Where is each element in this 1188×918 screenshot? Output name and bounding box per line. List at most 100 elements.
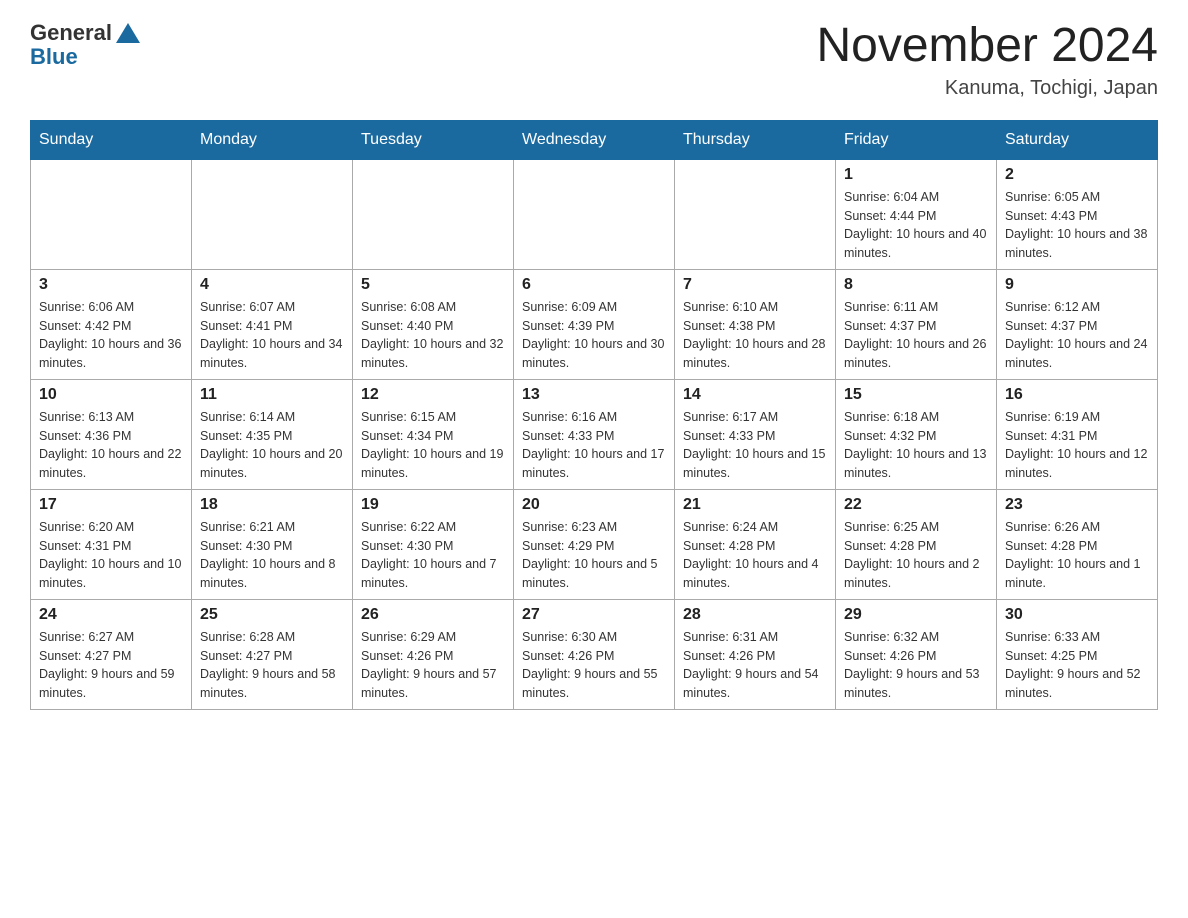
month-year-title: November 2024 [816,20,1158,73]
weekday-header-saturday: Saturday [997,120,1158,159]
calendar-week-2: 3Sunrise: 6:06 AMSunset: 4:42 PMDaylight… [31,269,1158,379]
day-number: 25 [200,606,344,624]
calendar-cell: 3Sunrise: 6:06 AMSunset: 4:42 PMDaylight… [31,269,192,379]
calendar-cell [514,159,675,269]
day-number: 24 [39,606,183,624]
day-info: Sunrise: 6:20 AMSunset: 4:31 PMDaylight:… [39,518,183,593]
day-number: 12 [361,386,505,404]
calendar-cell: 14 Sunrise: 6:17 AMSunset: 4:33 PMDayligh… [675,379,836,489]
calendar-cell: 4Sunrise: 6:07 AMSunset: 4:41 PMDaylight… [192,269,353,379]
weekday-header-thursday: Thursday [675,120,836,159]
day-info: Sunrise: 6:19 AMSunset: 4:31 PMDaylight:… [1005,408,1149,483]
day-number: 7 [683,276,827,294]
day-info: Sunrise: 6:23 AMSunset: 4:29 PMDaylight:… [522,518,666,593]
logo-general-text: General [30,20,140,46]
day-number: 5 [361,276,505,294]
day-number: 11 [200,386,344,404]
day-number: 26 [361,606,505,624]
day-number: 14 [683,386,827,404]
calendar-cell: 22 Sunrise: 6:25 AMSunset: 4:28 PMDayligh… [836,489,997,599]
day-info: Sunrise: 6:09 AMSunset: 4:39 PMDaylight:… [522,298,666,373]
day-info: Sunrise: 6:30 AMSunset: 4:26 PMDaylight:… [522,628,666,703]
day-number: 19 [361,496,505,514]
title-section: November 2024 Kanuma, Tochigi, Japan [816,20,1158,100]
calendar-cell: 11 Sunrise: 6:14 AMSunset: 4:35 PMDayligh… [192,379,353,489]
calendar-cell: 23 Sunrise: 6:26 AMSunset: 4:28 PMDayligh… [997,489,1158,599]
day-info: Sunrise: 6:10 AMSunset: 4:38 PMDaylight:… [683,298,827,373]
weekday-header-sunday: Sunday [31,120,192,159]
weekday-header-row: SundayMondayTuesdayWednesdayThursdayFrid… [31,120,1158,159]
day-info: Sunrise: 6:31 AMSunset: 4:26 PMDaylight:… [683,628,827,703]
calendar-cell: 6Sunrise: 6:09 AMSunset: 4:39 PMDaylight… [514,269,675,379]
calendar-cell: 5 Sunrise: 6:08 AMSunset: 4:40 PMDaylight… [353,269,514,379]
calendar-cell: 28Sunrise: 6:31 AMSunset: 4:26 PMDayligh… [675,599,836,709]
weekday-header-tuesday: Tuesday [353,120,514,159]
day-number: 21 [683,496,827,514]
calendar-cell: 13Sunrise: 6:16 AMSunset: 4:33 PMDayligh… [514,379,675,489]
day-number: 18 [200,496,344,514]
day-info: Sunrise: 6:29 AMSunset: 4:26 PMDaylight:… [361,628,505,703]
day-number: 8 [844,276,988,294]
day-number: 10 [39,386,183,404]
calendar-cell: 29Sunrise: 6:32 AMSunset: 4:26 PMDayligh… [836,599,997,709]
day-number: 16 [1005,386,1149,404]
day-info: Sunrise: 6:15 AMSunset: 4:34 PMDaylight:… [361,408,505,483]
logo-blue-text: Blue [30,44,78,70]
weekday-header-wednesday: Wednesday [514,120,675,159]
calendar-cell [675,159,836,269]
calendar-cell: 30Sunrise: 6:33 AMSunset: 4:25 PMDayligh… [997,599,1158,709]
day-info: Sunrise: 6:18 AMSunset: 4:32 PMDaylight:… [844,408,988,483]
day-info: Sunrise: 6:14 AMSunset: 4:35 PMDaylight:… [200,408,344,483]
day-number: 29 [844,606,988,624]
calendar-cell: 9Sunrise: 6:12 AMSunset: 4:37 PMDaylight… [997,269,1158,379]
day-info: Sunrise: 6:24 AMSunset: 4:28 PMDaylight:… [683,518,827,593]
day-info: Sunrise: 6:26 AMSunset: 4:28 PMDaylight:… [1005,518,1149,593]
calendar-cell: 19 Sunrise: 6:22 AMSunset: 4:30 PMDayligh… [353,489,514,599]
calendar-cell: 26 Sunrise: 6:29 AMSunset: 4:26 PMDayligh… [353,599,514,709]
calendar-week-4: 17 Sunrise: 6:20 AMSunset: 4:31 PMDayligh… [31,489,1158,599]
calendar-cell: 2 Sunrise: 6:05 AMSunset: 4:43 PMDaylight… [997,159,1158,269]
calendar-cell: 16 Sunrise: 6:19 AMSunset: 4:31 PMDayligh… [997,379,1158,489]
day-number: 2 [1005,166,1149,184]
day-number: 23 [1005,496,1149,514]
day-number: 17 [39,496,183,514]
day-number: 13 [522,386,666,404]
calendar-table: SundayMondayTuesdayWednesdayThursdayFrid… [30,120,1158,710]
day-info: Sunrise: 6:07 AMSunset: 4:41 PMDaylight:… [200,298,344,373]
calendar-cell: 1 Sunrise: 6:04 AMSunset: 4:44 PMDaylight… [836,159,997,269]
calendar-cell [31,159,192,269]
calendar-week-1: 1 Sunrise: 6:04 AMSunset: 4:44 PMDaylight… [31,159,1158,269]
day-number: 15 [844,386,988,404]
day-info: Sunrise: 6:22 AMSunset: 4:30 PMDaylight:… [361,518,505,593]
day-number: 1 [844,166,988,184]
calendar-week-3: 10 Sunrise: 6:13 AMSunset: 4:36 PMDayligh… [31,379,1158,489]
day-info: Sunrise: 6:08 AMSunset: 4:40 PMDaylight:… [361,298,505,373]
calendar-cell: 20 Sunrise: 6:23 AMSunset: 4:29 PMDayligh… [514,489,675,599]
day-number: 3 [39,276,183,294]
calendar-cell: 10 Sunrise: 6:13 AMSunset: 4:36 PMDayligh… [31,379,192,489]
calendar-cell: 27Sunrise: 6:30 AMSunset: 4:26 PMDayligh… [514,599,675,709]
calendar-cell: 15 Sunrise: 6:18 AMSunset: 4:32 PMDayligh… [836,379,997,489]
day-info: Sunrise: 6:04 AMSunset: 4:44 PMDaylight:… [844,188,988,263]
weekday-header-friday: Friday [836,120,997,159]
calendar-cell: 17 Sunrise: 6:20 AMSunset: 4:31 PMDayligh… [31,489,192,599]
logo: General Blue [30,20,140,70]
calendar-cell: 7 Sunrise: 6:10 AMSunset: 4:38 PMDaylight… [675,269,836,379]
page-header: General Blue November 2024 Kanuma, Tochi… [30,20,1158,100]
calendar-cell: 8 Sunrise: 6:11 AMSunset: 4:37 PMDaylight… [836,269,997,379]
day-info: Sunrise: 6:13 AMSunset: 4:36 PMDaylight:… [39,408,183,483]
day-info: Sunrise: 6:25 AMSunset: 4:28 PMDaylight:… [844,518,988,593]
day-info: Sunrise: 6:27 AMSunset: 4:27 PMDaylight:… [39,628,183,703]
day-info: Sunrise: 6:11 AMSunset: 4:37 PMDaylight:… [844,298,988,373]
calendar-cell: 24 Sunrise: 6:27 AMSunset: 4:27 PMDayligh… [31,599,192,709]
calendar-cell: 12 Sunrise: 6:15 AMSunset: 4:34 PMDayligh… [353,379,514,489]
day-info: Sunrise: 6:05 AMSunset: 4:43 PMDaylight:… [1005,188,1149,263]
general-text: General [30,20,112,46]
day-info: Sunrise: 6:12 AMSunset: 4:37 PMDaylight:… [1005,298,1149,373]
day-number: 20 [522,496,666,514]
day-info: Sunrise: 6:17 AMSunset: 4:33 PMDaylight:… [683,408,827,483]
calendar-header: SundayMondayTuesdayWednesdayThursdayFrid… [31,120,1158,159]
day-number: 30 [1005,606,1149,624]
day-number: 22 [844,496,988,514]
calendar-cell: 18Sunrise: 6:21 AMSunset: 4:30 PMDayligh… [192,489,353,599]
